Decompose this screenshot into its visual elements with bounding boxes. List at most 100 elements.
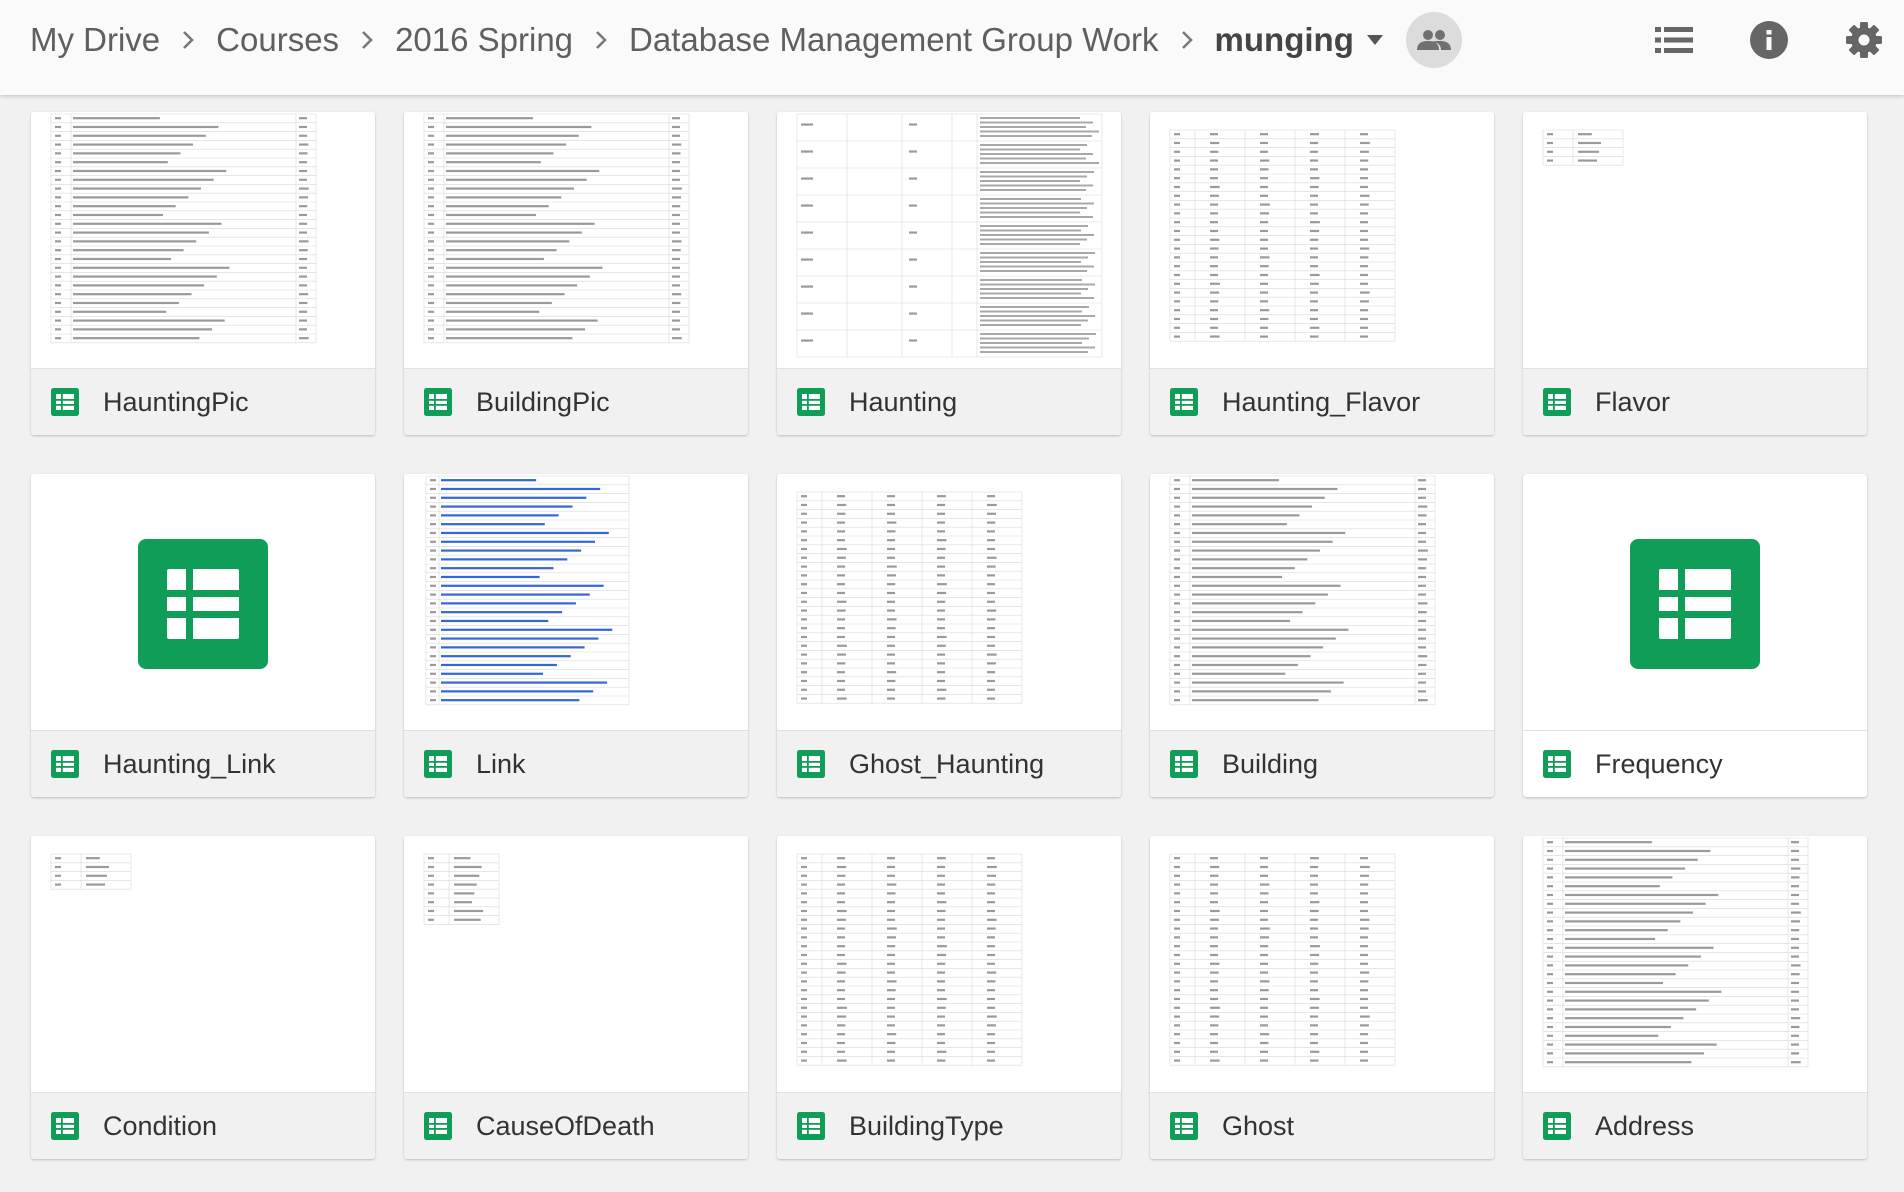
file-title-bar: Haunting: [777, 369, 1121, 435]
file-card[interactable]: CauseOfDeath: [404, 836, 748, 1159]
breadcrumb-courses[interactable]: Courses: [216, 21, 339, 59]
sheet-preview: [1542, 129, 1624, 166]
file-thumbnail: [1150, 474, 1494, 730]
file-name: HauntingPic: [103, 386, 249, 417]
file-name: Haunting: [849, 386, 958, 417]
sheet-preview: [1169, 129, 1396, 342]
google-sheets-icon: [1170, 388, 1198, 416]
breadcrumb-database-management-group-work[interactable]: Database Management Group Work: [629, 21, 1159, 59]
file-thumbnail: [404, 112, 748, 368]
file-thumbnail: [404, 836, 748, 1092]
file-card[interactable]: Ghost_Haunting: [777, 474, 1121, 797]
google-sheets-icon: [1170, 1112, 1198, 1140]
file-title-bar: BuildingType: [777, 1093, 1121, 1159]
file-title-bar: Frequency: [1523, 731, 1867, 797]
file-name: CauseOfDeath: [476, 1110, 655, 1141]
file-card[interactable]: Haunting_Flavor: [1150, 112, 1494, 435]
file-name: BuildingPic: [476, 386, 610, 417]
share-people-button[interactable]: [1405, 12, 1462, 68]
list-view-icon[interactable]: [1650, 16, 1698, 64]
file-title-bar: CauseOfDeath: [404, 1093, 748, 1159]
google-sheets-icon: [424, 1112, 452, 1140]
google-sheets-icon: [138, 539, 268, 669]
file-card[interactable]: Ghost: [1150, 836, 1494, 1159]
file-thumbnail: [404, 474, 748, 730]
file-thumbnail: [31, 474, 375, 730]
google-sheets-icon: [1543, 388, 1571, 416]
sheet-preview: [1169, 853, 1396, 1066]
file-title-bar: Ghost: [1150, 1093, 1494, 1159]
file-card[interactable]: Condition: [31, 836, 375, 1159]
file-name: Ghost: [1222, 1110, 1295, 1141]
file-name: Haunting_Link: [103, 748, 276, 779]
file-card[interactable]: Link: [404, 474, 748, 797]
google-sheets-icon: [797, 1112, 825, 1140]
google-sheets-icon: [797, 388, 825, 416]
google-sheets-icon: [51, 388, 79, 416]
file-thumbnail: [1150, 112, 1494, 368]
breadcrumb-my-drive[interactable]: My Drive: [30, 21, 160, 59]
file-card[interactable]: Flavor: [1523, 112, 1867, 435]
google-sheets-icon: [1170, 750, 1198, 778]
file-thumbnail: [777, 836, 1121, 1092]
breadcrumb-current-folder[interactable]: munging: [1215, 21, 1354, 59]
file-title-bar: Flavor: [1523, 369, 1867, 435]
sheet-preview: [796, 491, 1023, 704]
file-card[interactable]: Haunting: [777, 112, 1121, 435]
google-sheets-icon: [51, 1112, 79, 1140]
file-title-bar: BuildingPic: [404, 369, 748, 435]
file-thumbnail: [1150, 836, 1494, 1092]
sheet-preview: [423, 853, 500, 925]
google-sheets-icon: [1543, 750, 1571, 778]
file-card[interactable]: Building: [1150, 474, 1494, 797]
sheet-preview: [1169, 475, 1436, 706]
chevron-right-icon: [339, 29, 395, 51]
file-card[interactable]: HauntingPic: [31, 112, 375, 435]
sheet-preview: [425, 475, 630, 706]
breadcrumb: My Drive Courses 2016 Spring Database Ma…: [30, 0, 1462, 80]
file-thumbnail: [777, 474, 1121, 730]
file-card[interactable]: BuildingType: [777, 836, 1121, 1159]
file-name: Ghost_Haunting: [849, 748, 1045, 779]
file-thumbnail: [31, 836, 375, 1092]
sheet-preview: [796, 853, 1023, 1066]
file-card[interactable]: Frequency: [1523, 474, 1867, 797]
sheet-preview: [50, 113, 317, 344]
file-name: BuildingType: [849, 1110, 1004, 1141]
google-sheets-icon: [424, 750, 452, 778]
file-name: Frequency: [1595, 748, 1723, 779]
file-card[interactable]: Haunting_Link: [31, 474, 375, 797]
top-bar: My Drive Courses 2016 Spring Database Ma…: [0, 0, 1904, 95]
file-thumbnail: [1523, 474, 1867, 730]
caret-down-icon[interactable]: [1354, 34, 1396, 46]
people-icon: [1416, 30, 1451, 50]
file-name: Building: [1222, 748, 1319, 779]
file-title-bar: Haunting_Link: [31, 731, 375, 797]
sheet-preview: [50, 853, 132, 890]
file-name: Address: [1595, 1110, 1695, 1141]
file-title-bar: Haunting_Flavor: [1150, 369, 1494, 435]
sheet-preview: [796, 113, 1103, 358]
file-title-bar: Link: [404, 731, 748, 797]
file-thumbnail: [1523, 112, 1867, 368]
file-title-bar: Ghost_Haunting: [777, 731, 1121, 797]
file-name: Flavor: [1595, 386, 1671, 417]
gear-icon[interactable]: [1840, 16, 1888, 64]
file-card[interactable]: Address: [1523, 836, 1867, 1159]
info-icon[interactable]: [1745, 16, 1793, 64]
file-name: Condition: [103, 1110, 218, 1141]
file-thumbnail: [1523, 836, 1867, 1092]
file-name: Haunting_Flavor: [1222, 386, 1421, 417]
google-sheets-icon: [51, 750, 79, 778]
sheet-preview: [423, 113, 690, 344]
file-thumbnail: [31, 112, 375, 368]
google-sheets-icon: [797, 750, 825, 778]
breadcrumb-2016-spring[interactable]: 2016 Spring: [395, 21, 573, 59]
chevron-right-icon: [1159, 29, 1215, 51]
file-title-bar: Address: [1523, 1093, 1867, 1159]
file-title-bar: Condition: [31, 1093, 375, 1159]
file-title-bar: Building: [1150, 731, 1494, 797]
file-card[interactable]: BuildingPic: [404, 112, 748, 435]
file-name: Link: [476, 748, 526, 779]
google-sheets-icon: [1543, 1112, 1571, 1140]
